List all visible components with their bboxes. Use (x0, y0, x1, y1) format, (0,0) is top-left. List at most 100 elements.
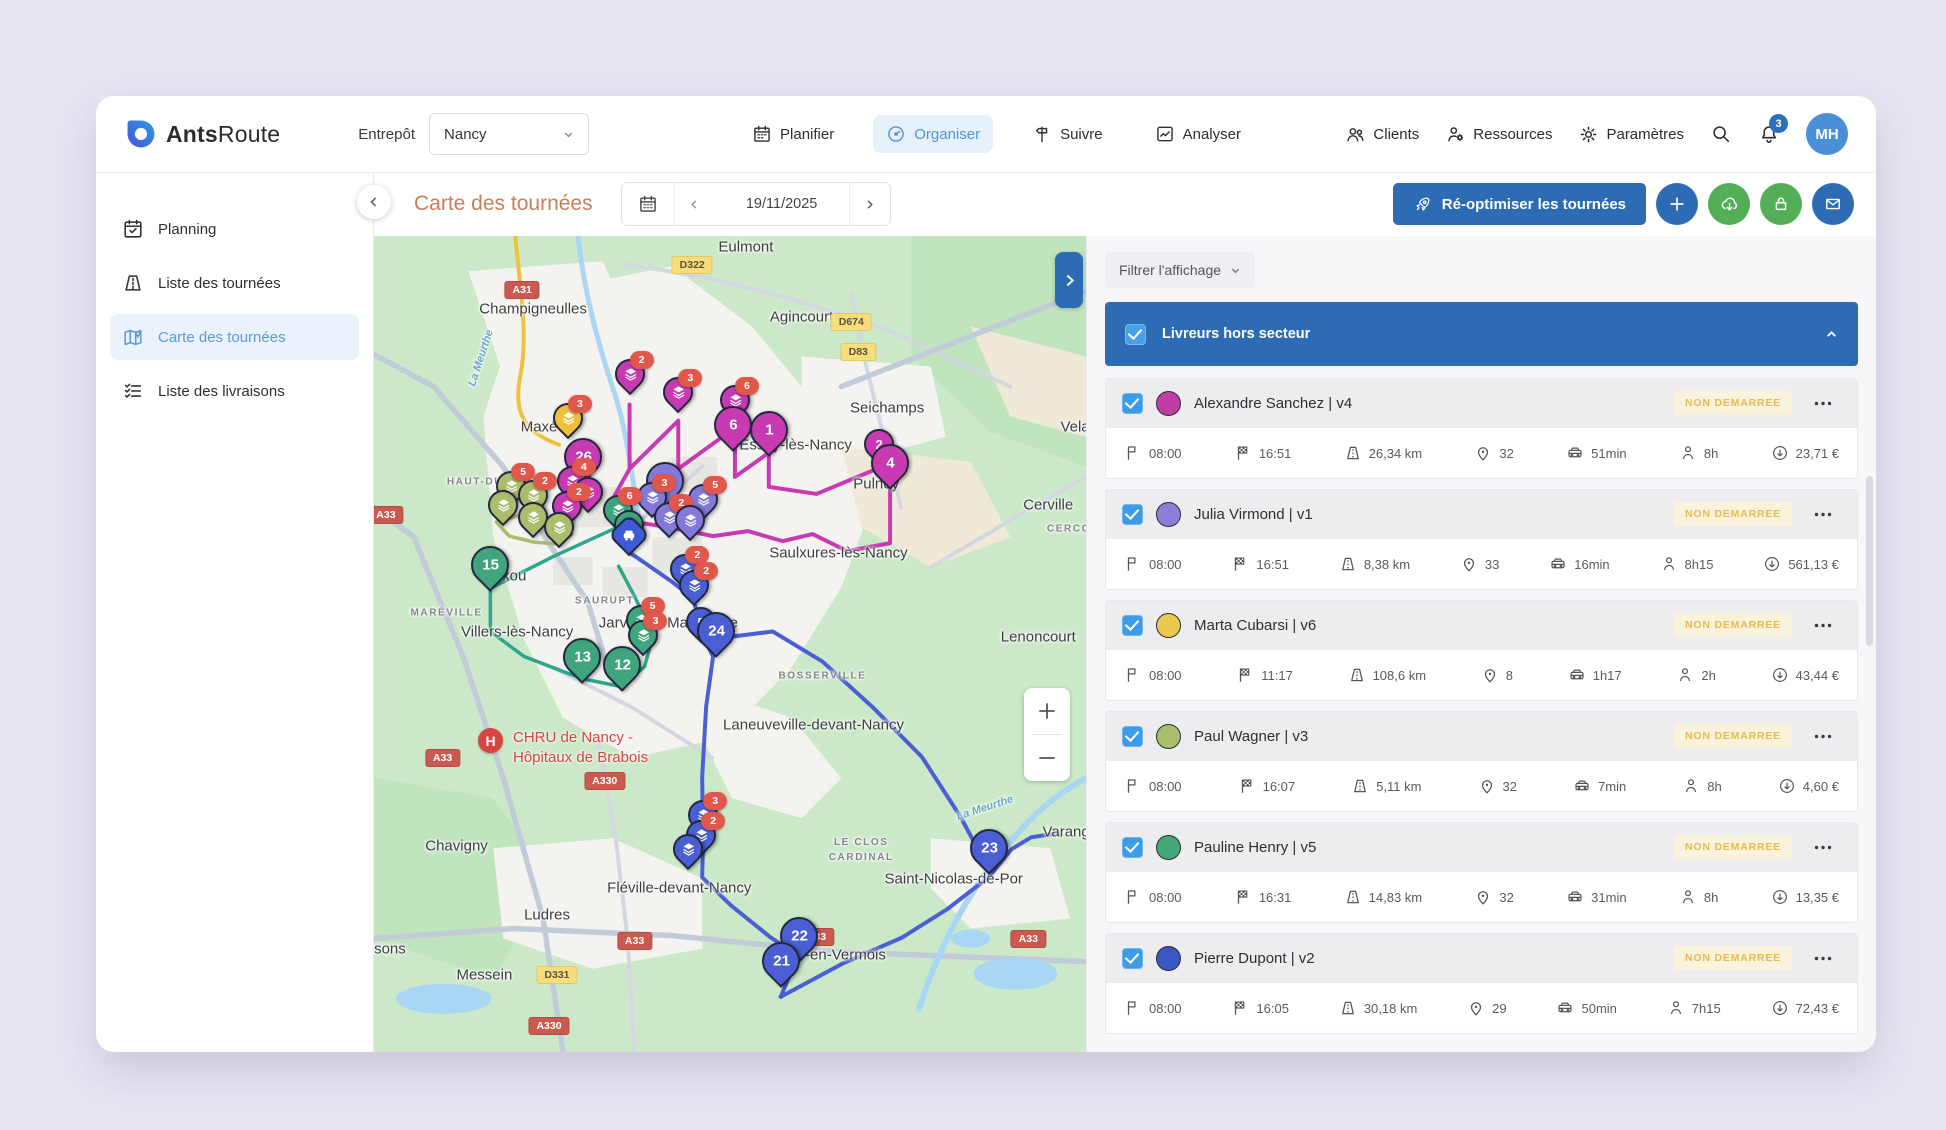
date-calendar-button[interactable] (622, 183, 675, 225)
driver-status-badge: NON DEMARREE (1674, 613, 1792, 637)
nav-parametres[interactable]: Paramètres (1578, 124, 1684, 145)
finish-flag-icon (1234, 444, 1252, 462)
stop-marker[interactable]: 6 (714, 406, 752, 444)
panel-scrollbar[interactable] (1866, 476, 1873, 646)
group-header-livreurs-hors-secteur[interactable]: Livreurs hors secteur (1105, 302, 1858, 366)
driver-header: Marta Cubarsi | v6NON DEMARREE (1106, 601, 1857, 649)
stop-marker[interactable]: 1 (750, 411, 788, 449)
driver-checkbox[interactable] (1122, 393, 1143, 414)
stat-start: 08:00 (1124, 666, 1182, 684)
cloud-download-button[interactable] (1708, 183, 1750, 225)
logo-icon (124, 117, 158, 151)
date-previous-button[interactable] (675, 183, 715, 225)
stat-value: 72,43 € (1796, 1001, 1839, 1016)
search-button[interactable] (1710, 123, 1732, 145)
stat-drive: 7min (1573, 777, 1626, 795)
driver-menu-button[interactable] (1805, 734, 1841, 739)
stop-marker[interactable] (673, 834, 703, 864)
stat-value: 2h (1701, 668, 1715, 683)
lock-icon (1771, 194, 1791, 214)
map-panel-row: EulmontChampigneullesAgincourtSeichampsV… (374, 236, 1876, 1052)
stop-marker[interactable]: 2 (615, 359, 645, 389)
tab-analyser[interactable]: Analyser (1142, 115, 1254, 153)
nav-clients[interactable]: Clients (1345, 124, 1419, 145)
road-badge: A33 (374, 506, 404, 524)
stat-drive: 50min (1556, 999, 1616, 1017)
driver-menu-button[interactable] (1805, 623, 1841, 628)
driver-checkbox[interactable] (1122, 615, 1143, 636)
group-checkbox[interactable] (1125, 324, 1146, 345)
stop-count-badge: 5 (511, 463, 535, 481)
person-icon (1667, 999, 1685, 1017)
stat-value: 4,60 € (1803, 779, 1839, 794)
sidebar-item-carte-tournees[interactable]: Carte des tournées (110, 314, 359, 360)
reoptimize-button[interactable]: Ré-optimiser les tournées (1393, 183, 1646, 225)
tab-suivre[interactable]: Suivre (1019, 115, 1116, 153)
driver-checkbox[interactable] (1122, 837, 1143, 858)
expand-map-button[interactable] (1055, 252, 1083, 308)
stop-marker[interactable]: 21 (762, 942, 800, 980)
stop-marker[interactable] (488, 490, 518, 520)
lock-button[interactable] (1760, 183, 1802, 225)
stat-value: 16:07 (1263, 779, 1296, 794)
road-icon (122, 272, 144, 294)
driver-menu-button[interactable] (1805, 512, 1841, 517)
nav-ressources[interactable]: Ressources (1445, 124, 1552, 145)
drive-time-icon (1549, 555, 1567, 573)
driver-menu-button[interactable] (1805, 401, 1841, 406)
add-button[interactable] (1656, 183, 1698, 225)
collapse-sidebar-button[interactable] (357, 185, 391, 219)
map-place-label: MARÉVILLE (410, 608, 482, 619)
current-date[interactable]: 19/11/2025 (715, 183, 849, 225)
layers-icon (526, 488, 541, 503)
stop-marker[interactable]: 12 (603, 646, 641, 684)
tab-planifier[interactable]: Planifier (739, 115, 847, 153)
map-place-label: CERCŒ (1047, 524, 1086, 535)
driver-name: Alexandre Sanchez | v4 (1194, 395, 1352, 412)
stat-value: 14,83 km (1369, 890, 1422, 905)
driver-card: Pierre Dupont | v2NON DEMARREE08:0016:05… (1105, 933, 1858, 1034)
stop-marker[interactable]: 3 (553, 403, 583, 433)
stop-marker[interactable]: 13 (563, 638, 601, 676)
driver-checkbox[interactable] (1122, 948, 1143, 969)
stop-marker[interactable]: 4 (871, 444, 909, 482)
driver-checkbox[interactable] (1122, 726, 1143, 747)
routes-map[interactable]: EulmontChampigneullesAgincourtSeichampsV… (374, 236, 1086, 1052)
sidebar-item-planning[interactable]: Planning (110, 206, 359, 252)
driver-menu-button[interactable] (1805, 956, 1841, 961)
stop-marker[interactable]: 2 (679, 570, 709, 600)
tab-organiser[interactable]: Organiser (873, 115, 993, 153)
stat-value: 32 (1499, 446, 1513, 461)
collapse-group-button[interactable] (1825, 328, 1838, 341)
stop-marker[interactable]: 3 (663, 377, 693, 407)
user-avatar[interactable]: MH (1806, 113, 1848, 155)
sidebar-item-liste-livraisons[interactable]: Liste des livraisons (110, 368, 359, 414)
stat-start: 08:00 (1124, 555, 1182, 573)
zoom-in-button[interactable] (1024, 688, 1070, 734)
stop-marker[interactable]: 23 (970, 829, 1008, 867)
stat-value: 16min (1574, 557, 1609, 572)
distance-icon (1344, 888, 1362, 906)
driver-card: Julia Virmond | v1NON DEMARREE08:0016:51… (1105, 489, 1858, 590)
driver-menu-button[interactable] (1805, 845, 1841, 850)
cloud-download-icon (1719, 194, 1740, 215)
driver-stats-row: 08:0011:17108,6 km81h172h43,44 € (1106, 649, 1857, 700)
antsroute-logo[interactable]: AntsRoute (124, 117, 280, 151)
date-next-button[interactable] (849, 183, 890, 225)
warehouse-select[interactable]: Nancy (429, 113, 589, 155)
driver-color-dot (1156, 502, 1181, 527)
depot-marker[interactable] (614, 520, 644, 550)
filter-display-button[interactable]: Filtrer l'affichage (1105, 252, 1255, 288)
layers-icon (683, 513, 698, 528)
driver-checkbox[interactable] (1122, 504, 1143, 525)
sidebar-item-liste-tournees[interactable]: Liste des tournées (110, 260, 359, 306)
map-place-label: Chavigny (425, 838, 488, 855)
stop-marker[interactable] (544, 512, 574, 542)
notifications-button[interactable]: 3 (1758, 123, 1780, 145)
stop-marker[interactable]: 24 (697, 612, 735, 650)
zoom-out-button[interactable] (1024, 735, 1070, 781)
mail-button[interactable] (1812, 183, 1854, 225)
road-badge: D83 (841, 343, 876, 361)
stop-marker[interactable]: 15 (471, 546, 509, 584)
stop-marker[interactable] (675, 505, 705, 535)
